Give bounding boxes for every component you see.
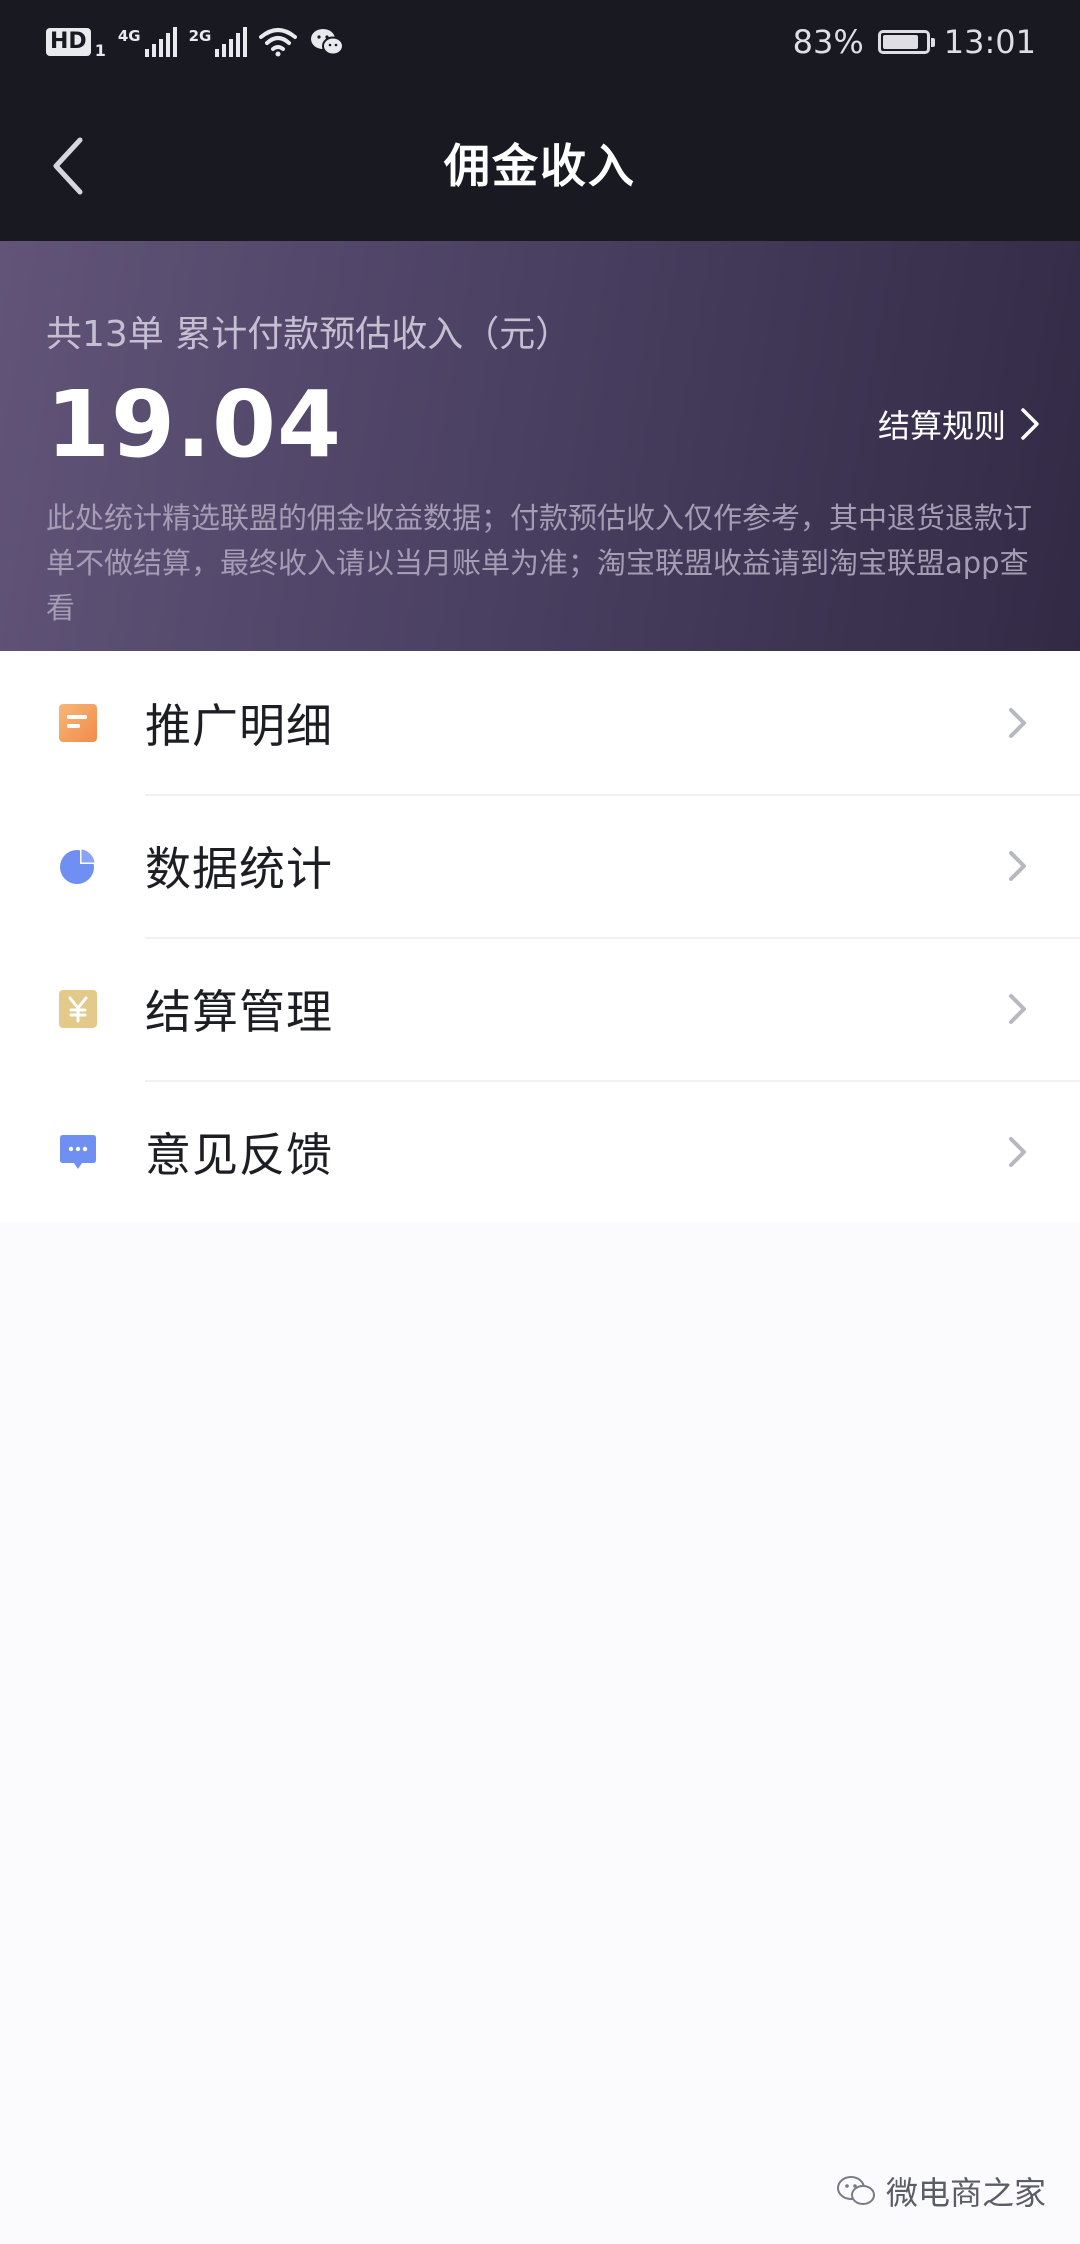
pie-chart-icon [60, 847, 96, 884]
earnings-summary: 共13单 累计付款预估收入（元） 19.04 结算规则 此处统计精选联盟的佣金收… [0, 241, 1080, 651]
wechat-icon [311, 29, 345, 56]
network-type-label: 4G [117, 27, 141, 45]
summary-note: 此处统计精选联盟的佣金收益数据；付款预估收入仅作参考，其中退货退款订单不做结算，… [46, 501, 1033, 625]
menu-item-label: 数据统计 [145, 841, 333, 896]
menu-list: 推广明细 数据统计 结算管理 意见反馈 [0, 651, 1080, 1223]
chat-bubble-icon [60, 1134, 96, 1169]
summary-label: 共13单 累计付款预估收入（元） [46, 314, 572, 355]
sim-number: 1 [94, 40, 106, 60]
battery-icon [877, 30, 935, 54]
status-right-group: 83% 13:01 [793, 22, 1036, 62]
hd-badge: HD [46, 28, 91, 56]
menu-item-feedback[interactable]: 意见反馈 [0, 1080, 1080, 1223]
app-bar: 佣金收入 [0, 86, 1080, 241]
menu-item-promotion-details[interactable]: 推广明细 [0, 651, 1080, 794]
chevron-right-icon [1009, 707, 1026, 738]
settlement-rules-label: 结算规则 [877, 407, 1006, 445]
status-bar: HD 1 4G 2G 83% 13:01 [0, 0, 1080, 86]
wechat-icon [836, 2176, 875, 2205]
network-type-label: 2G [188, 27, 212, 45]
menu-item-label: 结算管理 [145, 984, 333, 1039]
battery-percent: 83% [792, 23, 864, 61]
document-icon [59, 703, 97, 742]
clock: 13:01 [943, 23, 1036, 61]
status-left-group: HD 1 4G 2G [46, 22, 345, 62]
chevron-right-icon [1009, 850, 1026, 881]
chevron-right-icon [1009, 1136, 1026, 1167]
signal-icon: 4G [118, 27, 177, 57]
menu-item-settlement-management[interactable]: 结算管理 [0, 937, 1080, 1080]
chevron-right-icon [1021, 408, 1039, 440]
page-title: 佣金收入 [444, 139, 636, 193]
yen-icon [59, 989, 97, 1028]
chevron-right-icon [1009, 993, 1026, 1024]
watermark-text: 微电商之家 [885, 2174, 1046, 2212]
estimated-income-amount: 19.04 [46, 371, 343, 478]
menu-item-label: 意见反馈 [145, 1127, 333, 1182]
wifi-icon [259, 28, 298, 57]
menu-item-label: 推广明细 [145, 698, 333, 753]
watermark: 微电商之家 [836, 2168, 1046, 2214]
settlement-rules-link[interactable]: 结算规则 [878, 401, 1040, 447]
menu-item-data-statistics[interactable]: 数据统计 [0, 794, 1080, 937]
battery-fill [882, 35, 918, 49]
signal-icon: 2G [189, 27, 248, 57]
